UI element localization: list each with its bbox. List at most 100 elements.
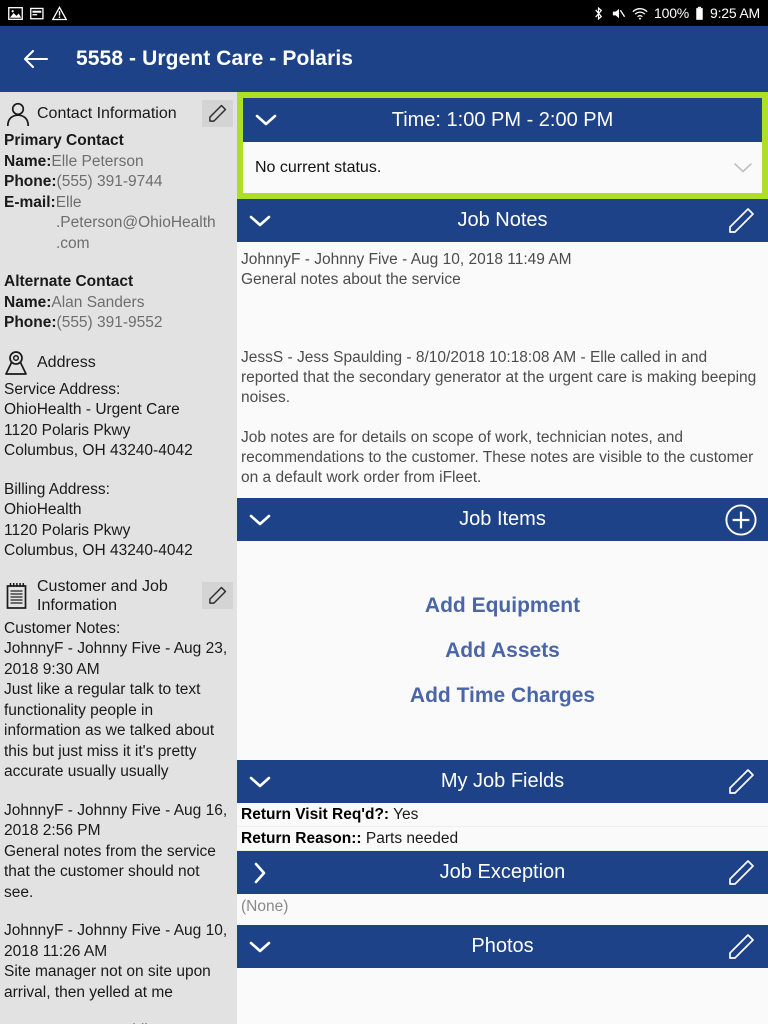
edit-customer-and-job-information-button[interactable] [202,582,233,609]
time-section-header[interactable]: Time: 1:00 PM - 2:00 PM [243,98,762,142]
service-address-label: Service Address: [4,380,121,398]
edit-my-job-fields-button[interactable] [724,765,758,799]
alternate-phone-row: Phone:(555) 391-9552 [4,313,233,334]
person-icon [4,100,31,127]
add-assets-link[interactable]: Add Assets [445,639,560,663]
job-note-1-text: General notes about the service [241,271,461,288]
photos-card: Photos [237,925,768,1024]
bluetooth-icon [592,6,605,21]
pencil-icon [208,586,227,605]
job-field-value: Parts needed [365,830,459,847]
edit-photos-button[interactable] [724,930,758,964]
primary-name-value: Elle Peterson [51,152,144,170]
sidebar-section-address: Address [4,347,233,380]
primary-email-value-line2: .Peterson@OhioHealth [56,214,216,231]
pencil-icon [726,767,756,797]
main-panel: Time: 1:00 PM - 2:00 PM No current statu… [237,92,768,1024]
job-field-row: Return Reason:: Parts needed [237,827,768,851]
app-bar: 5558 - Urgent Care - Polaris [0,26,768,92]
my-job-fields-body: Return Visit Req'd?: Yes Return Reason::… [237,803,768,851]
my-job-fields-title: My Job Fields [440,770,565,792]
job-items-title: Job Items [459,508,546,530]
job-notes-title: Job Notes [457,209,548,231]
customer-note-2-text: General notes from the service that the … [4,842,216,901]
chevron-right-icon[interactable] [247,860,273,886]
clock-label: 9:25 AM [710,5,760,21]
billing-address-line2: 1120 Polaris Pkwy [4,521,131,539]
chevron-down-icon[interactable] [247,769,273,795]
app-root: 100% 9:25 AM 5558 - Urgent Care - Polari… [0,0,768,1024]
my-job-fields-card: My Job Fields Return Visit Req'd?: Yes R… [237,760,768,851]
primary-name-row: Name:Elle Peterson [4,152,233,173]
address-title: Address [37,353,96,371]
android-status-bar: 100% 9:25 AM [0,0,768,26]
job-note-3-text: Job notes are for details on scope of wo… [241,429,754,486]
image-icon [8,6,23,21]
photos-title: Photos [471,935,534,957]
current-status-text: No current status. [255,158,382,176]
job-field-row: Return Visit Req'd?: Yes [237,803,768,827]
chevron-down-icon[interactable] [247,934,273,960]
sidebar[interactable]: Contact Information Primary Contact Name… [0,92,237,1024]
job-items-card: Job Items Add Equipment Add Assets Add T… [237,498,768,760]
add-job-item-button[interactable] [724,503,758,537]
billing-address-line3: Columbus, OH 43240-4042 [4,542,193,559]
billing-address-line1: OhioHealth [4,501,82,518]
job-items-body: Add Equipment Add Assets Add Time Charge… [237,541,768,760]
edit-job-exception-button[interactable] [724,856,758,890]
my-job-fields-header[interactable]: My Job Fields [237,760,768,803]
primary-phone-value: (555) 391-9744 [56,173,163,190]
wifi-icon [632,6,648,21]
job-items-header[interactable]: Job Items [237,498,768,541]
job-notes-card: Job Notes JohnnyF - Johnny Five - Aug 10… [237,199,768,498]
job-note-1-meta: JohnnyF - Johnny Five - Aug 10, 2018 11:… [241,251,572,268]
billing-address-label: Billing Address: [4,480,110,498]
customer-note-2-meta: JohnnyF - Johnny Five - Aug 16, 2018 2:5… [4,801,228,840]
chevron-down-icon[interactable] [247,208,273,234]
customer-note-1-meta: JohnnyF - Johnny Five - Aug 23, 2018 9:3… [4,640,228,678]
primary-phone-row: Phone:(555) 391-9744 [4,172,233,193]
location-pin-icon [4,349,31,376]
service-address-line3: Columbus, OH 43240-4042 [4,442,193,459]
time-section-card: Time: 1:00 PM - 2:00 PM No current statu… [237,92,768,199]
primary-email-row: E-mail:Elle [4,193,233,214]
edit-job-notes-button[interactable] [724,204,758,238]
chevron-down-icon[interactable] [733,162,753,174]
warning-icon [52,5,67,21]
alternate-name-label: Name: [4,293,52,311]
photos-header[interactable]: Photos [237,925,768,968]
plus-circle-icon [724,503,758,537]
alternate-contact-label: Alternate Contact [4,273,134,290]
mute-icon [611,6,626,21]
time-section-title: Time: 1:00 PM - 2:00 PM [391,108,614,131]
job-exception-header[interactable]: Job Exception [237,851,768,894]
edit-contact-information-button[interactable] [202,100,233,127]
job-notes-body: JohnnyF - Johnny Five - Aug 10, 2018 11:… [237,242,768,498]
add-equipment-link[interactable]: Add Equipment [425,594,580,618]
calendar-icon [30,6,45,21]
chevron-down-icon[interactable] [253,107,279,133]
add-time-charges-link[interactable]: Add Time Charges [410,684,595,708]
back-arrow-icon[interactable] [22,45,50,73]
primary-contact-label: Primary Contact [4,132,124,149]
job-note-2-text: JessS - Jess Spaulding - 8/10/2018 10:18… [241,349,757,406]
job-exception-title: Job Exception [439,861,566,883]
primary-email-value-line1: Elle [55,193,82,211]
job-notes-header[interactable]: Job Notes [237,199,768,242]
current-status-row[interactable]: No current status. [243,142,762,193]
pencil-icon [208,104,227,123]
chevron-down-icon[interactable] [247,507,273,533]
status-bar-left-icons [8,5,67,21]
customer-note-1-text: Just like a regular talk to text functio… [4,681,215,780]
job-exception-value: (None) [237,894,768,925]
page-title: 5558 - Urgent Care - Polaris [76,47,354,70]
job-field-label: Return Visit Req'd?: [241,806,390,823]
job-exception-card: Job Exception (None) [237,851,768,925]
